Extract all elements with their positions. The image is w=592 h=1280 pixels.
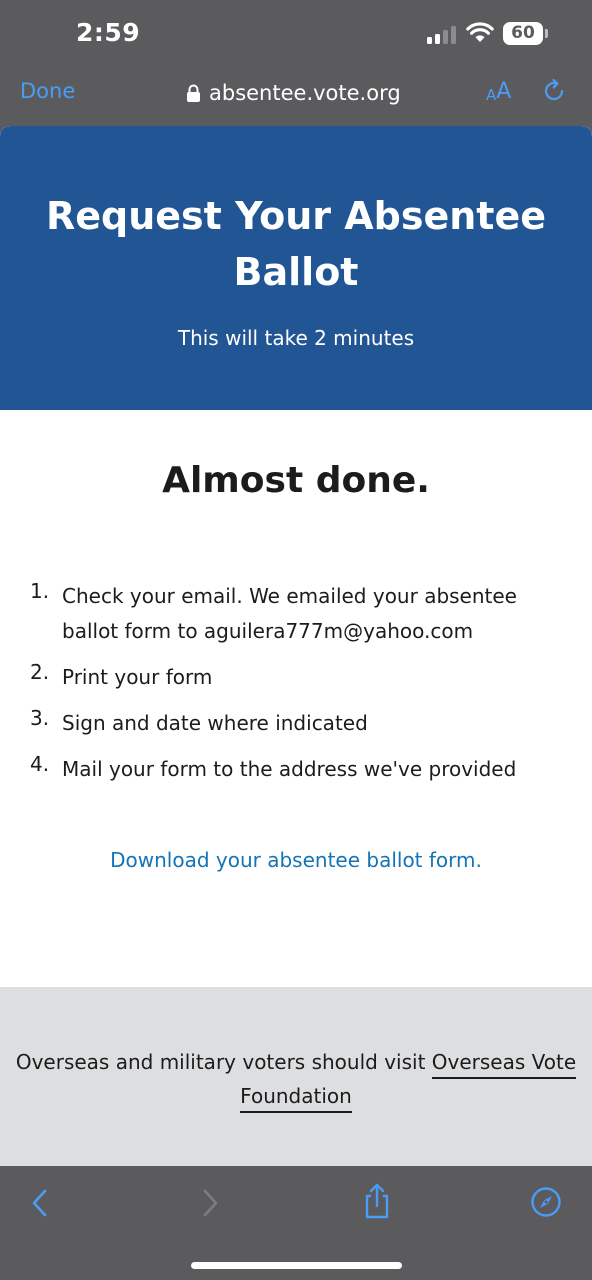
cellular-signal-icon (427, 26, 457, 44)
list-item: 3. Sign and date where indicated (30, 706, 570, 741)
done-button[interactable]: Done (20, 79, 75, 103)
list-item: 2. Print your form (30, 660, 570, 695)
status-time: 2:59 (76, 18, 141, 47)
download-ballot-link[interactable]: Download your absentee ballot form. (0, 848, 592, 872)
lock-icon (187, 84, 200, 102)
footer-text: Overseas and military voters should visi… (4, 1045, 588, 1113)
text-size-big-a: A (496, 79, 512, 104)
steps-list: 1. Check your email. We emailed your abs… (30, 579, 570, 787)
list-item: 1. Check your email. We emailed your abs… (30, 579, 570, 649)
step-number: 3. (30, 706, 50, 730)
step-text: Print your form (62, 665, 213, 689)
share-icon[interactable] (362, 1182, 392, 1220)
step-number: 4. (30, 752, 50, 776)
battery-icon: 60 (503, 22, 543, 45)
step-text: Sign and date where indicated (62, 711, 368, 735)
home-indicator[interactable] (191, 1262, 402, 1269)
status-bar: 2:59 60 (0, 0, 592, 64)
almost-done-heading: Almost done. (162, 460, 430, 501)
web-page: Request Your Absentee Ballot This will t… (0, 126, 592, 1166)
compass-icon[interactable] (530, 1186, 562, 1218)
step-number: 1. (30, 579, 50, 603)
battery-nub (545, 29, 548, 38)
reload-icon[interactable] (541, 78, 567, 104)
list-item: 4. Mail your form to the address we've p… (30, 752, 570, 787)
footer-band: Overseas and military voters should visi… (0, 987, 592, 1166)
page-subtitle: This will take 2 minutes (177, 326, 415, 350)
step-text: Check your email. We emailed your absent… (62, 584, 517, 643)
hero-banner: Request Your Absentee Ballot This will t… (0, 126, 592, 410)
url-text: absentee.vote.org (209, 81, 401, 105)
step-text: Mail your form to the address we've prov… (62, 757, 517, 781)
step-number: 2. (30, 660, 50, 684)
wifi-icon (466, 22, 494, 42)
text-size-button[interactable]: AA (486, 79, 511, 104)
text-size-small-a: A (486, 86, 497, 104)
footer-message: Overseas and military voters should visi… (15, 1050, 432, 1074)
page-title: Request Your Absentee Ballot (46, 194, 546, 294)
back-icon[interactable] (30, 1188, 50, 1218)
address-bar[interactable]: absentee.vote.org (186, 78, 401, 108)
forward-icon[interactable] (200, 1188, 220, 1218)
browser-toolbar: Done absentee.vote.org AA (0, 64, 592, 126)
